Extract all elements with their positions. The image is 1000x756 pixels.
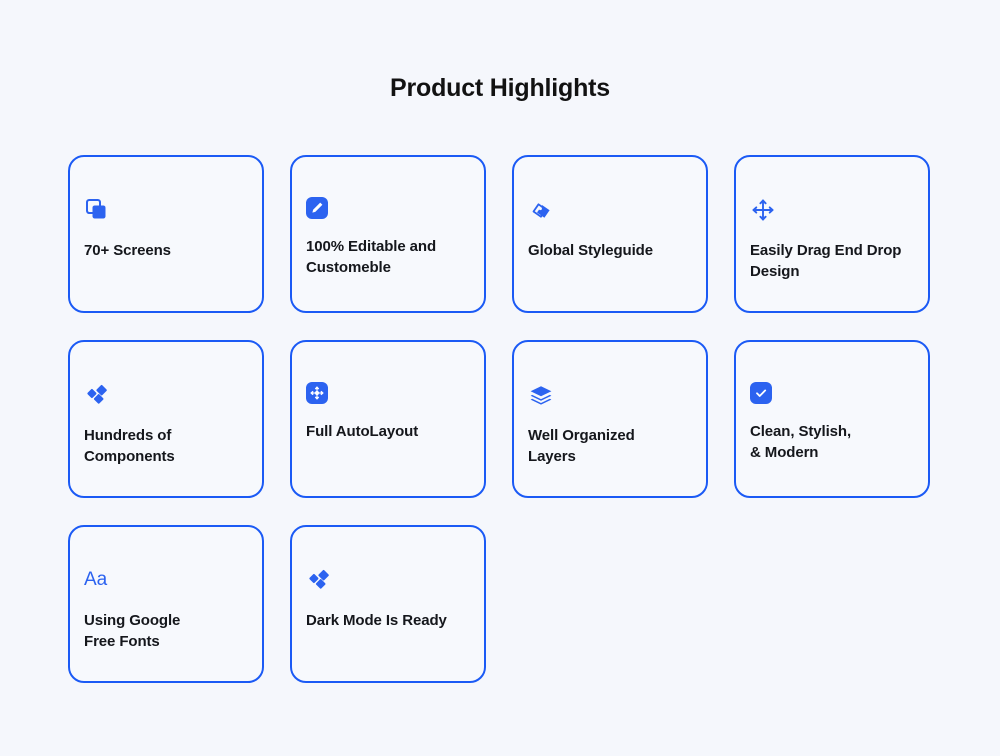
diamond-cluster-icon — [306, 567, 332, 593]
highlight-card-screens[interactable]: 70+ Screens — [68, 155, 264, 313]
typography-aa-icon: Aa — [84, 569, 108, 590]
highlight-card-label: 70+ Screens — [84, 242, 171, 259]
highlight-card-label: Using Google Free Fonts — [84, 612, 181, 651]
page-title: Product Highlights — [390, 74, 610, 102]
highlight-card-drag-drop[interactable]: Easily Drag End Drop Design — [734, 155, 930, 313]
highlight-card-label: Global Styleguide — [528, 242, 653, 259]
diamond-cluster-icon — [84, 382, 110, 408]
highlight-card-label: 100% Editable and Customeble — [306, 238, 437, 277]
tag-label-icon — [528, 197, 554, 223]
highlight-card-editable[interactable]: 100% Editable and Customeble — [290, 155, 486, 313]
highlights-grid: 70+ Screens 100% Editable and Customeble… — [68, 155, 932, 683]
pencil-edit-icon — [306, 197, 328, 219]
product-highlights-page: Product Highlights 70+ Screens 100% Edit… — [0, 0, 1000, 756]
highlight-card-components[interactable]: Hundreds of Components — [68, 340, 264, 498]
highlight-card-label: Clean, Stylish, & Modern — [750, 423, 852, 462]
highlight-card-label: Dark Mode Is Ready — [306, 612, 447, 629]
layers-stack-icon — [528, 382, 554, 408]
highlight-card-label: Well Organized Layers — [528, 427, 635, 466]
highlight-card-modern[interactable]: Clean, Stylish, & Modern — [734, 340, 930, 498]
move-arrows-icon — [750, 197, 776, 223]
highlight-card-label: Easily Drag End Drop Design — [750, 242, 902, 281]
autolayout-expand-icon — [306, 382, 328, 404]
highlight-card-autolayout[interactable]: Full AutoLayout — [290, 340, 486, 498]
highlight-card-label: Full AutoLayout — [306, 423, 419, 440]
copy-squares-icon — [84, 197, 110, 223]
highlight-card-layers[interactable]: Well Organized Layers — [512, 340, 708, 498]
highlight-card-label: Hundreds of Components — [84, 427, 175, 466]
highlight-card-styleguide[interactable]: Global Styleguide — [512, 155, 708, 313]
highlight-card-dark-mode[interactable]: Dark Mode Is Ready — [290, 525, 486, 683]
highlight-card-fonts[interactable]: Aa Using Google Free Fonts — [68, 525, 264, 683]
checkbox-checked-icon — [750, 382, 772, 404]
